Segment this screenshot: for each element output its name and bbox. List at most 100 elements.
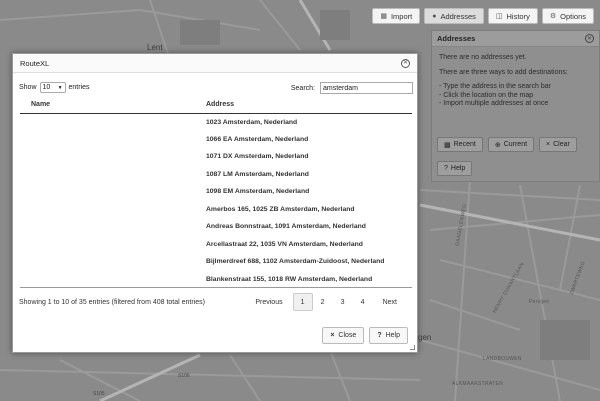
name-cell (20, 113, 202, 131)
addresses-panel-body: There are no addresses yet. There are th… (432, 47, 599, 115)
map-label-persijen: Persijen (529, 299, 550, 305)
dialog-help-label: Help (385, 332, 400, 339)
import-icon: ▦ (380, 13, 387, 20)
table-row[interactable]: Amerbos 165, 1025 ZB Amsterdam, Nederlan… (20, 201, 412, 219)
column-header-name[interactable]: Name (20, 97, 202, 114)
name-cell (20, 218, 202, 236)
crosshair-icon: ⊕ (494, 141, 501, 149)
addresses-panel-title: Addresses (437, 34, 476, 43)
search-label: Search: (290, 84, 315, 92)
table-row[interactable]: Bijlmerdreef 688, 1102 Amsterdam-Zuidoos… (20, 253, 412, 271)
pagination: Previous 1 2 3 4 Next (245, 293, 407, 311)
table-row[interactable]: Andreas Bonnstraat, 1091 Amsterdam, Nede… (20, 218, 412, 236)
map-marker-icon: ● (432, 12, 437, 20)
history-button[interactable]: ◫ History (487, 8, 538, 24)
addresses-panel-buttons: ▩ Recent ⊕ Current × Clear (437, 137, 577, 152)
pagination-page-4[interactable]: 4 (353, 293, 373, 311)
map-label-landbouwen: LANDBOUWEN (483, 356, 522, 362)
name-cell (20, 201, 202, 219)
address-cell: 1066 EA Amsterdam, Nederland (206, 135, 309, 143)
name-cell (20, 131, 202, 149)
dialog-close-label: Close (338, 332, 357, 339)
addresses-label: Addresses (440, 11, 476, 21)
address-cell: 1098 EM Amsterdam, Nederland (206, 188, 310, 196)
dialog-close-button[interactable]: × Close (322, 327, 365, 344)
addresses-tips: - Type the address in the search bar - C… (439, 83, 592, 109)
address-cell: 1023 Amsterdam, Nederland (206, 118, 298, 126)
map-label-lent: Lent (147, 43, 163, 52)
dialog-title: RouteXL (20, 58, 50, 68)
address-cell: 1087 LM Amsterdam, Nederland (206, 170, 309, 178)
entries-label: entries (68, 84, 90, 91)
resize-handle[interactable] (410, 345, 415, 350)
table-controls: Show 10 ▼ entries Search: (19, 82, 413, 96)
current-label: Current (503, 141, 528, 148)
recent-label: Recent (453, 141, 476, 148)
page-size-value: 10 (42, 84, 51, 91)
addresses-panel: Addresses ✕ There are no addresses yet. … (431, 30, 600, 182)
name-cell (20, 271, 202, 289)
options-button[interactable]: ⚙ Options (541, 8, 594, 24)
map-label-alkmaarstraten: ALKMAARSTRATEN (452, 381, 504, 387)
clear-icon: × (546, 141, 551, 148)
addresses-intro-text: There are three ways to add destinations… (439, 69, 568, 76)
dialog-header: RouteXL ✕ (13, 54, 417, 73)
address-cell: 1071 DX Amsterdam, Nederland (206, 153, 309, 161)
search-input[interactable] (320, 82, 413, 94)
name-cell (20, 148, 202, 166)
clear-button[interactable]: × Clear (539, 137, 577, 152)
table-row[interactable]: 1023 Amsterdam, Nederland (20, 113, 412, 131)
addresses-tip: - Import multiple addresses at once (439, 100, 549, 107)
panel-help-button[interactable]: ? Help (437, 161, 473, 176)
name-cell (20, 183, 202, 201)
dialog-footer: × Close ? Help (322, 327, 408, 344)
address-cell: Andreas Bonnstraat, 1091 Amsterdam, Nede… (206, 223, 366, 231)
history-label: History (506, 11, 530, 21)
address-table: Name Address 1023 Amsterdam, Nederland 1… (20, 97, 412, 288)
table-row[interactable]: 1098 EM Amsterdam, Nederland (20, 183, 412, 201)
recent-button[interactable]: ▩ Recent (437, 137, 483, 152)
pagination-next[interactable]: Next (373, 293, 407, 311)
table-row[interactable]: 1071 DX Amsterdam, Nederland (20, 148, 412, 166)
addresses-empty-text: There are no addresses yet. (439, 54, 527, 61)
column-header-address[interactable]: Address (202, 97, 412, 114)
show-label: Show (19, 84, 37, 91)
addresses-tip: - Type the address in the search bar (439, 83, 551, 90)
name-cell (20, 166, 202, 184)
table-info: Showing 1 to 10 of 35 entries (filtered … (19, 299, 205, 306)
pagination-page-3[interactable]: 3 (333, 293, 353, 311)
recent-icon: ▩ (444, 141, 451, 149)
pagination-page-1[interactable]: 1 (292, 293, 313, 311)
table-row[interactable]: Blankenstraat 155, 1018 RW Amsterdam, Ne… (20, 271, 412, 289)
table-row[interactable]: 1066 EA Amsterdam, Nederland (20, 131, 412, 149)
address-cell: Bijlmerdreef 688, 1102 Amsterdam-Zuidoos… (206, 258, 385, 266)
search-control: Search: (291, 82, 413, 94)
pagination-previous[interactable]: Previous (245, 293, 292, 311)
map-label-gen: gen (418, 333, 432, 342)
addresses-tip: - Click the location on the map (439, 91, 534, 99)
page-size-control: Show 10 ▼ entries (19, 82, 90, 93)
dropdown-arrow-icon: ▼ (57, 84, 63, 91)
table-bottom-border (20, 287, 412, 288)
folder-icon: ◫ (495, 13, 503, 20)
clear-label: Clear (553, 141, 570, 148)
import-button[interactable]: ▦ Import (372, 8, 421, 24)
address-cell: Blankenstraat 155, 1018 RW Amsterdam, Ne… (206, 275, 373, 283)
dialog-close-icon[interactable]: ✕ (401, 58, 410, 68)
options-label: Options (560, 11, 586, 21)
import-label: Import (390, 11, 413, 21)
address-cell: Amerbos 165, 1025 ZB Amsterdam, Nederlan… (206, 205, 355, 213)
addresses-button[interactable]: ● Addresses (424, 8, 484, 24)
address-cell: Arcellastraat 22, 1035 VN Amsterdam, Ned… (206, 240, 363, 248)
name-cell (20, 253, 202, 271)
route-shield-s105: S105 (93, 391, 105, 397)
table-row[interactable]: Arcellastraat 22, 1035 VN Amsterdam, Ned… (20, 236, 412, 254)
table-header-row: Name Address (20, 97, 412, 114)
table-row[interactable]: 1087 LM Amsterdam, Nederland (20, 166, 412, 184)
pagination-page-2[interactable]: 2 (313, 293, 333, 311)
addresses-panel-close-icon[interactable]: ✕ (585, 34, 594, 43)
dialog-help-button[interactable]: ? Help (369, 327, 408, 344)
page-size-select[interactable]: 10 ▼ (39, 82, 66, 93)
top-toolbar: ▦ Import ● Addresses ◫ History ⚙ Options (372, 8, 594, 24)
current-button[interactable]: ⊕ Current (487, 137, 535, 152)
